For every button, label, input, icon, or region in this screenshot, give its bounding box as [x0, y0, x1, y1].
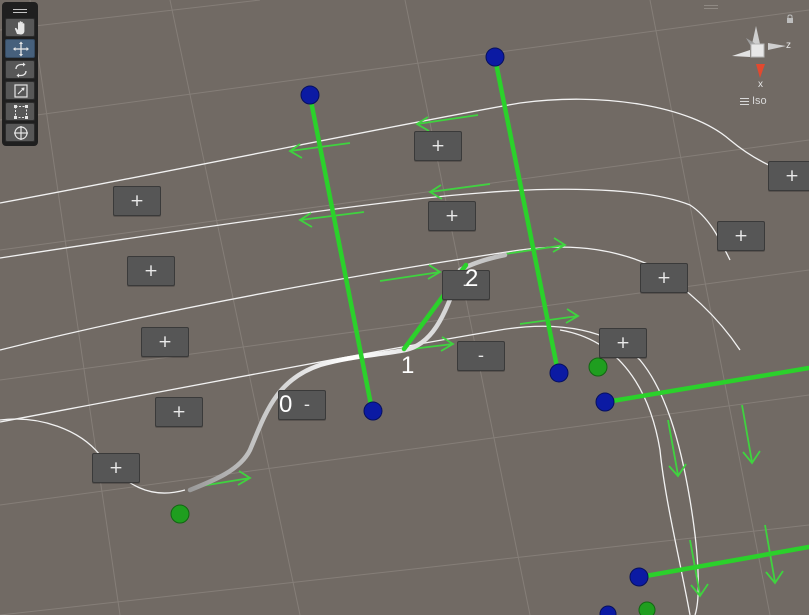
axis-cone-z: [768, 43, 786, 50]
blue-node[interactable]: [629, 567, 649, 587]
green-node[interactable]: [588, 357, 608, 377]
connector-line: [603, 365, 809, 405]
transform-tool-button[interactable]: [5, 123, 35, 142]
road-edges: [0, 98, 809, 615]
axis-cone-neg-x: [732, 50, 750, 57]
axis-label-z: z: [786, 40, 791, 51]
control-points: [170, 47, 656, 615]
add-lane-button[interactable]: +: [599, 328, 647, 358]
blue-node[interactable]: [595, 392, 615, 412]
hand-icon: [14, 21, 25, 35]
blue-node[interactable]: [599, 605, 617, 615]
connector-lines: [307, 55, 809, 580]
axis-cone-y: [752, 26, 760, 44]
rect-transform-icon: [14, 105, 28, 119]
connector-line: [492, 55, 561, 375]
blue-node[interactable]: [363, 401, 383, 421]
remove-point-button[interactable]: -: [457, 341, 505, 371]
add-lane-button[interactable]: +: [717, 221, 765, 251]
add-lane-button[interactable]: +: [92, 453, 140, 483]
add-lane-button[interactable]: +: [113, 186, 161, 216]
gizmo-center-cube: [750, 43, 765, 58]
green-node[interactable]: [638, 601, 656, 615]
lane-arrow-left: [428, 183, 491, 200]
blue-node[interactable]: [300, 85, 320, 105]
transform-icon: [14, 126, 28, 140]
ground-grid: [0, 0, 809, 615]
add-lane-button[interactable]: +: [768, 161, 809, 191]
orientation-gizmo[interactable]: z x: [728, 16, 798, 96]
add-lane-button[interactable]: +: [428, 201, 476, 231]
add-lane-button[interactable]: +: [414, 131, 462, 161]
projection-label: Iso: [752, 95, 767, 107]
axis-cone-x: [756, 64, 765, 78]
scale-icon: [14, 84, 28, 98]
add-lane-button[interactable]: +: [640, 263, 688, 293]
add-lane-button[interactable]: +: [141, 327, 189, 357]
rotate-tool-button[interactable]: [5, 60, 35, 79]
projection-toggle[interactable]: Iso: [740, 95, 767, 107]
add-lane-button[interactable]: +: [155, 397, 203, 427]
axis-label-x: x: [758, 79, 763, 90]
blue-node[interactable]: [549, 363, 569, 383]
green-node[interactable]: [170, 504, 190, 524]
move-tool-button[interactable]: [5, 39, 35, 58]
menu-lines-icon: [740, 97, 749, 105]
rect-tool-button[interactable]: [5, 102, 35, 121]
tools-toolbar: [2, 2, 38, 146]
lane-arrow-down: [741, 404, 761, 465]
scene-overlay-handle[interactable]: [704, 5, 718, 11]
remove-point-button[interactable]: -: [442, 270, 490, 300]
remove-point-button[interactable]: -: [278, 390, 326, 420]
lane-arrow-down: [667, 419, 687, 478]
hand-tool-button[interactable]: [5, 18, 35, 37]
lane-arrow-left: [415, 114, 479, 132]
rotate-icon: [15, 62, 27, 78]
scene-view[interactable]: [0, 0, 809, 615]
toolbar-drag-handle[interactable]: [2, 4, 38, 18]
blue-node[interactable]: [485, 47, 505, 67]
scale-tool-button[interactable]: [5, 81, 35, 100]
move-icon: [13, 41, 29, 57]
connector-line: [637, 544, 809, 580]
add-lane-button[interactable]: +: [127, 256, 175, 286]
